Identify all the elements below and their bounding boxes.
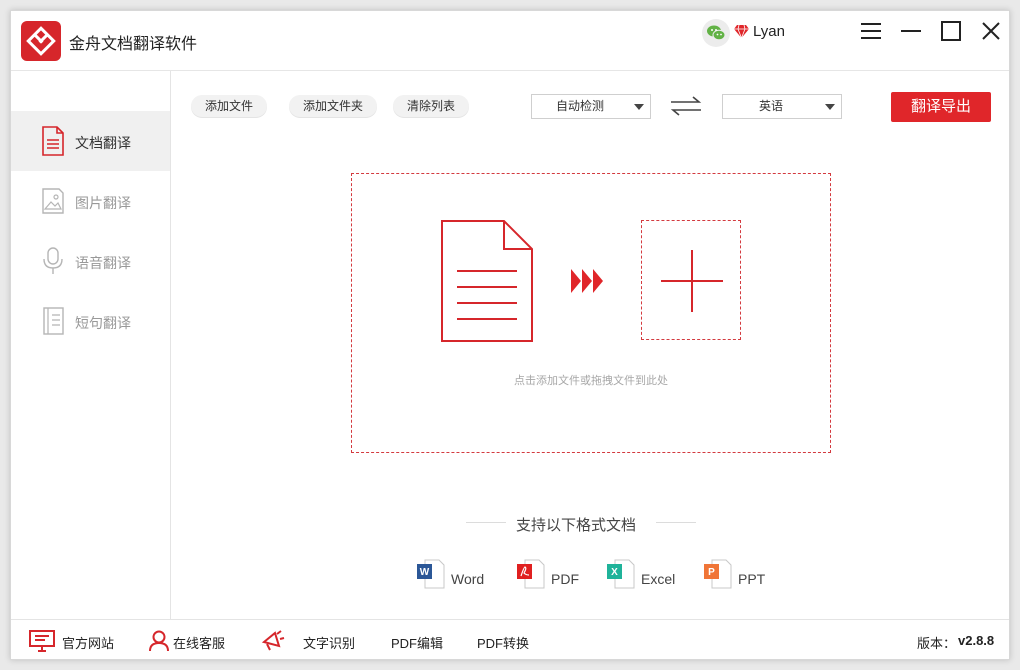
bottom-item-label: PDF转换	[477, 636, 530, 651]
supported-formats-title: 支持以下格式文档	[516, 517, 637, 534]
add-file-box[interactable]	[641, 220, 741, 340]
svg-text:P: P	[708, 567, 715, 578]
target-language-value: 英语	[758, 99, 783, 113]
monitor-icon	[29, 630, 55, 652]
app-window: 金舟文档翻译软件 Lyan 文档翻译 图片翻译 语音翻译 短句翻译 添加文件 添…	[10, 10, 1010, 660]
sidebar-item-label: 语音翻译	[75, 255, 131, 271]
version-value: v2.8.8	[958, 633, 995, 648]
sidebar-item-voice-translate[interactable]: 语音翻译	[11, 231, 170, 291]
megaphone-icon	[261, 630, 285, 651]
sidebar-item-sentence-translate[interactable]: 短句翻译	[11, 291, 170, 351]
sidebar-item-image-translate[interactable]: 图片翻译	[11, 171, 170, 231]
document-icon	[42, 126, 64, 156]
pdf-edit-button[interactable]: PDF编辑	[391, 620, 451, 660]
clear-list-button[interactable]: 清除列表	[393, 95, 470, 117]
chevron-down-icon	[634, 104, 644, 110]
minimize-icon[interactable]	[899, 19, 923, 43]
translate-export-button[interactable]: 翻译导出	[891, 92, 991, 122]
document-illustration-icon	[441, 220, 533, 342]
divider	[466, 522, 506, 523]
sidebar: 文档翻译 图片翻译 语音翻译 短句翻译	[11, 71, 171, 619]
file-drop-zone[interactable]: 点击添加文件或拖拽文件到此处	[351, 173, 831, 453]
user-service-icon	[149, 630, 169, 652]
maximize-icon[interactable]	[939, 19, 963, 43]
plus-icon	[661, 250, 723, 312]
pdf-icon	[517, 559, 545, 589]
format-label: PDF	[551, 571, 579, 587]
version-label: 版本：	[917, 636, 957, 651]
format-label: Excel	[641, 571, 676, 587]
excel-icon: X	[607, 559, 635, 589]
menu-icon[interactable]	[859, 19, 883, 43]
chevron-down-icon	[825, 104, 835, 110]
text-recognition-button[interactable]: 文字识别	[261, 620, 356, 660]
word-icon: W	[417, 559, 445, 589]
official-website-button[interactable]: 官方网站	[29, 620, 121, 660]
image-icon	[42, 188, 64, 214]
format-label: PPT	[738, 571, 766, 587]
sidebar-item-label: 图片翻译	[75, 195, 131, 211]
vip-diamond-icon	[734, 24, 749, 38]
triple-arrow-icon	[571, 269, 603, 293]
bottom-item-label: 官方网站	[62, 636, 115, 651]
microphone-icon	[43, 247, 63, 274]
bottom-item-label: PDF编辑	[391, 636, 444, 651]
ppt-icon: P	[704, 559, 732, 589]
drop-hint-text: 点击添加文件或拖拽文件到此处	[514, 375, 668, 387]
notebook-icon	[43, 307, 64, 335]
sidebar-item-label: 短句翻译	[75, 315, 131, 331]
swap-language-icon[interactable]	[669, 95, 703, 117]
user-name[interactable]: Lyan	[753, 23, 785, 40]
bottom-bar: 官方网站 在线客服 文字识别 PDF编辑 PDF转换 版本： v2.8.8	[11, 619, 1009, 659]
divider	[656, 522, 696, 523]
title-bar: 金舟文档翻译软件 Lyan	[11, 11, 1009, 71]
pdf-convert-button[interactable]: PDF转换	[477, 620, 537, 660]
add-folder-button[interactable]: 添加文件夹	[289, 95, 378, 117]
target-language-select[interactable]: 英语	[722, 94, 842, 119]
sidebar-item-label: 文档翻译	[75, 135, 131, 151]
app-title: 金舟文档翻译软件	[69, 36, 198, 53]
source-language-value: 自动检测	[555, 99, 604, 113]
app-logo-icon	[21, 21, 61, 61]
sidebar-item-document-translate[interactable]: 文档翻译	[11, 111, 170, 171]
source-language-select[interactable]: 自动检测	[531, 94, 651, 119]
online-service-button[interactable]: 在线客服	[149, 620, 233, 660]
bottom-item-label: 文字识别	[303, 636, 356, 651]
svg-text:X: X	[611, 567, 618, 578]
close-icon[interactable]	[979, 19, 1003, 43]
add-file-button[interactable]: 添加文件	[191, 95, 268, 117]
wechat-icon[interactable]	[701, 18, 731, 48]
format-label: Word	[451, 571, 485, 587]
svg-text:W: W	[420, 567, 430, 578]
bottom-item-label: 在线客服	[173, 636, 226, 651]
